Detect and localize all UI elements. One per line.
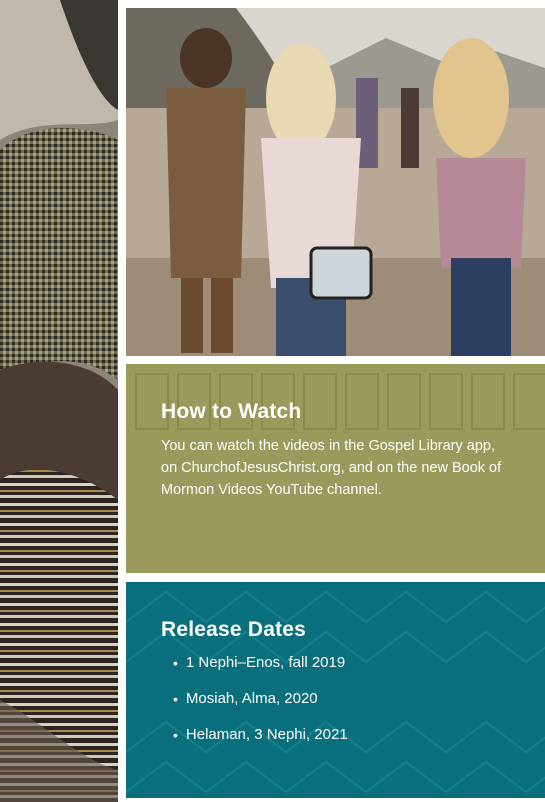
how-to-watch-heading: How to Watch [161, 400, 302, 423]
release-item-text: 1 Nephi–Enos, fall 2019 [185, 654, 346, 671]
list-item: • Mosiah, Alma, 2020 [173, 690, 510, 708]
list-item: • 1 Nephi–Enos, fall 2019 [173, 654, 510, 672]
bullet-icon: • [173, 727, 178, 743]
release-item-text: Mosiah, Alma, 2020 [185, 690, 318, 707]
release-item-text: Helaman, 3 Nephi, 2021 [185, 726, 348, 743]
release-dates-panel: Release Dates • 1 Nephi–Enos, fall 2019 … [126, 582, 545, 798]
beach-filming-photo [126, 8, 545, 356]
how-to-watch-body: You can watch the videos in the Gospel L… [161, 438, 502, 498]
how-to-watch-panel: How to Watch You can watch the videos in… [126, 364, 545, 573]
bullet-icon: • [173, 655, 178, 671]
list-item: • Helaman, 3 Nephi, 2021 [173, 726, 510, 744]
release-dates-heading: Release Dates [161, 618, 307, 641]
release-dates-list: • 1 Nephi–Enos, fall 2019 • Mosiah, Alma… [161, 654, 510, 744]
headscarf-photo [0, 0, 118, 802]
bullet-icon: • [173, 691, 178, 707]
